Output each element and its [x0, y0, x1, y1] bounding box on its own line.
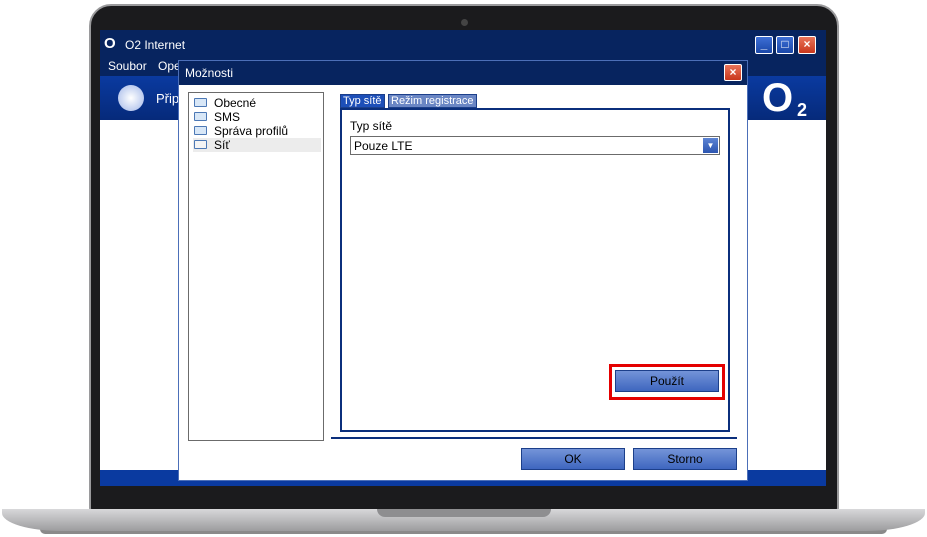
tree-item-label: Obecné: [214, 96, 257, 110]
network-type-select[interactable]: Pouze LTE ▼: [350, 136, 720, 155]
tree-item-sms[interactable]: SMS: [193, 110, 321, 124]
o2-logo-subscript: 2: [797, 100, 808, 120]
tab-typ-site[interactable]: Typ sítě: [340, 94, 385, 108]
chevron-down-icon[interactable]: ▼: [703, 138, 718, 153]
folder-icon: [194, 98, 207, 107]
tree-item-label: SMS: [214, 110, 241, 124]
connect-label[interactable]: Přip: [156, 91, 179, 106]
tree-item-label: Správa profilů: [214, 124, 289, 138]
network-type-value: Pouze LTE: [354, 139, 413, 153]
dialog-title: Možnosti: [185, 66, 234, 80]
options-dialog: Možnosti × Obecné SMS Správa profilů Síť…: [178, 60, 748, 481]
maximize-button[interactable]: □: [776, 36, 794, 54]
tree-item-sprava-profilu[interactable]: Správa profilů: [193, 124, 321, 138]
folder-icon: [194, 126, 207, 135]
dialog-close-button[interactable]: ×: [724, 64, 742, 81]
network-type-label: Typ sítě: [350, 119, 393, 133]
tree-item-obecne[interactable]: Obecné: [193, 96, 321, 110]
options-tree: Obecné SMS Správa profilů Síť: [188, 92, 324, 441]
ok-button[interactable]: OK: [521, 448, 625, 470]
tab-rezim-registrace[interactable]: Režim registrace: [388, 94, 477, 108]
apply-button[interactable]: Použít: [615, 370, 719, 392]
cancel-button[interactable]: Storno: [633, 448, 737, 470]
app-title: O2 Internet: [125, 38, 186, 52]
dialog-titlebar: [179, 61, 747, 85]
dialog-separator: [331, 437, 737, 439]
app-titlebar: [100, 30, 826, 59]
tree-item-sit[interactable]: Síť: [193, 138, 321, 152]
o2-logo-icon: O: [762, 76, 794, 120]
refresh-icon[interactable]: [118, 85, 144, 111]
folder-open-icon: [194, 140, 207, 149]
o2-small-logo-icon: O: [104, 35, 116, 52]
close-button[interactable]: ×: [798, 36, 816, 54]
minimize-button[interactable]: _: [755, 36, 773, 54]
tree-item-label: Síť: [214, 138, 230, 152]
camera-icon: [461, 19, 468, 26]
menu-soubor[interactable]: Soubor: [108, 59, 147, 74]
folder-icon: [194, 112, 207, 121]
screen: O O2 Internet _ □ × Soubor Ope Přip O 2 …: [100, 30, 826, 486]
laptop-notch: [377, 509, 551, 517]
